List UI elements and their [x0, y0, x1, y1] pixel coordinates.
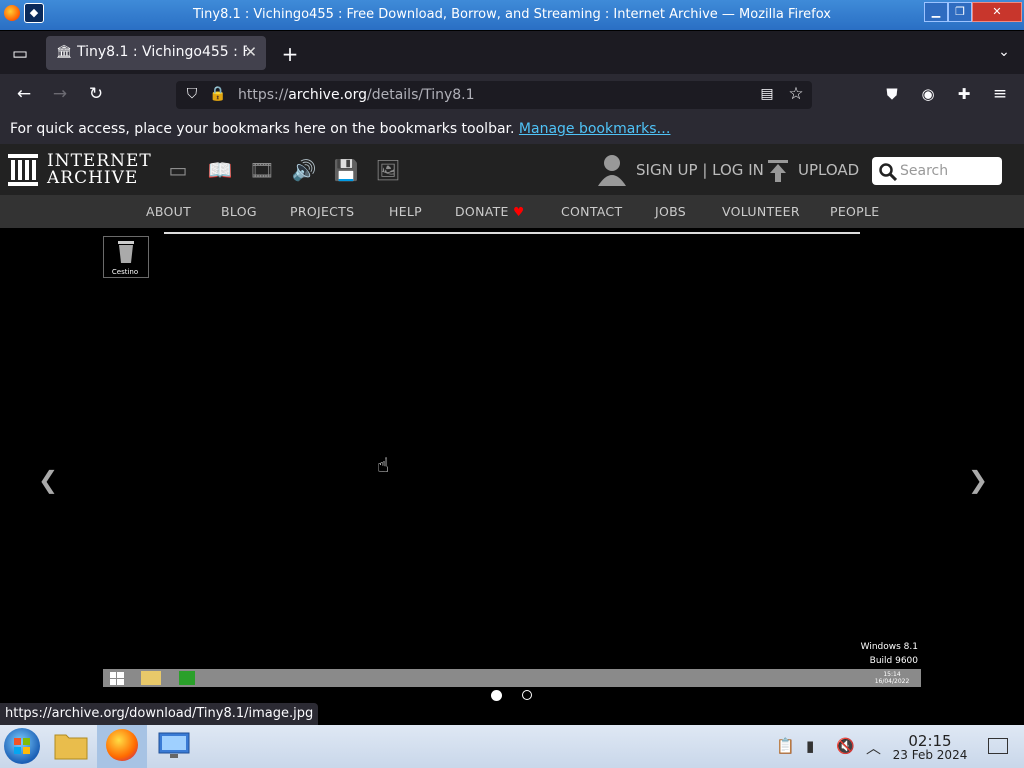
windows8-taskbar [103, 669, 921, 687]
store-icon [179, 671, 195, 685]
status-url: https://archive.org/download/Tiny8.1/ima… [0, 703, 319, 725]
carousel-next-icon[interactable]: ❯ [968, 466, 988, 494]
video-icon[interactable]: 🎞 [249, 158, 275, 182]
nav-donate-label: DONATE [455, 204, 509, 219]
minimize-button[interactable]: ▁ [924, 2, 948, 22]
maximize-button[interactable]: ❐ [948, 2, 972, 22]
bookmark-star-icon[interactable]: ☆ [785, 84, 807, 104]
clock-date[interactable]: 23 Feb 2024 [886, 748, 974, 762]
back-button[interactable]: ← [13, 84, 35, 104]
ia-logo-line2: ARCHIVE [47, 168, 139, 188]
url-prefix: https:// [238, 87, 289, 103]
signup-login-link[interactable]: SIGN UP | LOG IN [636, 161, 764, 179]
user-icon[interactable] [598, 154, 626, 186]
firefox-taskbar-icon[interactable] [106, 729, 138, 761]
software-icon[interactable]: 💾 [333, 158, 359, 182]
ia-header [0, 144, 1024, 195]
list-tabs-icon[interactable]: ⌄ [994, 44, 1014, 60]
windows8-clock-time: 15:14 [883, 671, 901, 678]
pocket-icon[interactable]: ⛊ [881, 85, 903, 103]
tab-close-icon[interactable]: ✕ [244, 43, 257, 61]
forward-button[interactable]: → [49, 84, 71, 104]
firefox-view-icon[interactable]: ▭ [10, 44, 30, 64]
shield-icon[interactable]: ⛉ [183, 86, 201, 102]
window-title: Tiny8.1 : Vichingo455 : Free Download, B… [192, 7, 831, 22]
bookmarks-message: For quick access, place your bookmarks h… [10, 121, 670, 137]
windows-watermark-line2: Build 9600 [869, 656, 918, 666]
search-icon [879, 163, 897, 181]
network-app-taskbar-icon[interactable] [158, 731, 190, 761]
tab-tiny8[interactable]: 🏛 Tiny8.1 : Vichingo455 : F ✕ [46, 36, 266, 70]
windows8-clock: 15:14 16/04/2022 [866, 671, 918, 685]
nav-people[interactable]: PEOPLE [830, 204, 879, 219]
web-icon[interactable]: ▭ [165, 158, 191, 182]
start-orb-icon [14, 738, 30, 754]
nav-help[interactable]: HELP [389, 204, 422, 219]
windows-watermark-line1: Windows 8.1 [860, 642, 918, 652]
manage-bookmarks-link[interactable]: Manage bookmarks… [519, 121, 671, 137]
bookmarks-hint: For quick access, place your bookmarks h… [10, 121, 515, 137]
reload-button[interactable]: ↻ [85, 84, 107, 104]
window-titlebar: ◆ Tiny8.1 : Vichingo455 : Free Download,… [0, 0, 1024, 30]
nav-volunteer[interactable]: VOLUNTEER [722, 204, 800, 219]
clipboard-tray-icon[interactable]: 📋 [776, 737, 795, 755]
ia-temple-icon [8, 154, 38, 186]
archive-icon: 🏛 [56, 45, 73, 60]
url-path: /details/Tiny8.1 [367, 87, 475, 103]
images-icon[interactable]: 🖼 [375, 158, 401, 182]
bookmarks-toolbar: For quick access, place your bookmarks h… [0, 116, 1024, 144]
reader-view-icon[interactable]: ▤ [757, 86, 777, 102]
carousel-dot-2[interactable] [522, 690, 532, 700]
menu-icon[interactable]: ≡ [989, 84, 1011, 104]
start-button[interactable] [4, 728, 40, 764]
new-tab-button[interactable]: + [280, 42, 300, 66]
carousel-dot-1[interactable] [491, 690, 502, 701]
audio-icon[interactable]: 🔊 [291, 158, 317, 182]
explorer-icon [141, 671, 161, 685]
account-icon[interactable]: ◉ [917, 85, 939, 103]
folder-icon [54, 734, 88, 760]
nav-donate[interactable]: DONATE ♥ [455, 204, 525, 219]
upload-link[interactable]: UPLOAD [798, 161, 859, 179]
close-button[interactable]: ✕ [972, 2, 1022, 22]
tab-title: Tiny8.1 : Vichingo455 : F [77, 44, 247, 60]
trash-icon [118, 241, 134, 263]
file-manager-taskbar-icon[interactable] [54, 730, 88, 760]
ia-logo[interactable]: INTERNET ARCHIVE [8, 153, 151, 187]
recycle-bin-label: Cestino [111, 268, 139, 276]
heart-icon: ♥ [513, 204, 525, 219]
lock-icon[interactable]: 🔒 [209, 86, 227, 102]
windows8-clock-date: 16/04/2022 [874, 678, 910, 685]
carousel-prev-icon[interactable]: ❮ [38, 466, 58, 494]
url-host: archive.org [288, 87, 367, 103]
url-text[interactable]: https://archive.org/details/Tiny8.1 [238, 87, 475, 103]
hand-cursor-icon: ☝ [377, 453, 390, 477]
ia-logo-text: INTERNET ARCHIVE [47, 153, 152, 187]
carousel-progress-bar [164, 232, 860, 234]
upload-icon[interactable] [768, 160, 788, 182]
image-carousel[interactable] [0, 228, 1024, 707]
nav-contact[interactable]: CONTACT [561, 204, 622, 219]
extensions-icon[interactable]: ✚ [953, 85, 975, 103]
nav-jobs[interactable]: JOBS [655, 204, 686, 219]
search-placeholder: Search [900, 163, 949, 179]
windows-start-icon [110, 672, 124, 685]
nav-projects[interactable]: PROJECTS [290, 204, 354, 219]
monitor-icon [158, 732, 190, 758]
battery-tray-icon[interactable]: ▮ [806, 737, 814, 755]
chevron-up-icon[interactable]: ︿ [866, 737, 881, 758]
volume-muted-icon[interactable]: 🔇 [836, 737, 855, 755]
show-desktop-icon[interactable] [988, 738, 1008, 754]
nav-about[interactable]: ABOUT [146, 204, 191, 219]
search-box[interactable]: Search [872, 157, 1002, 185]
nav-blog[interactable]: BLOG [221, 204, 257, 219]
texts-icon[interactable]: 📖 [207, 158, 233, 182]
